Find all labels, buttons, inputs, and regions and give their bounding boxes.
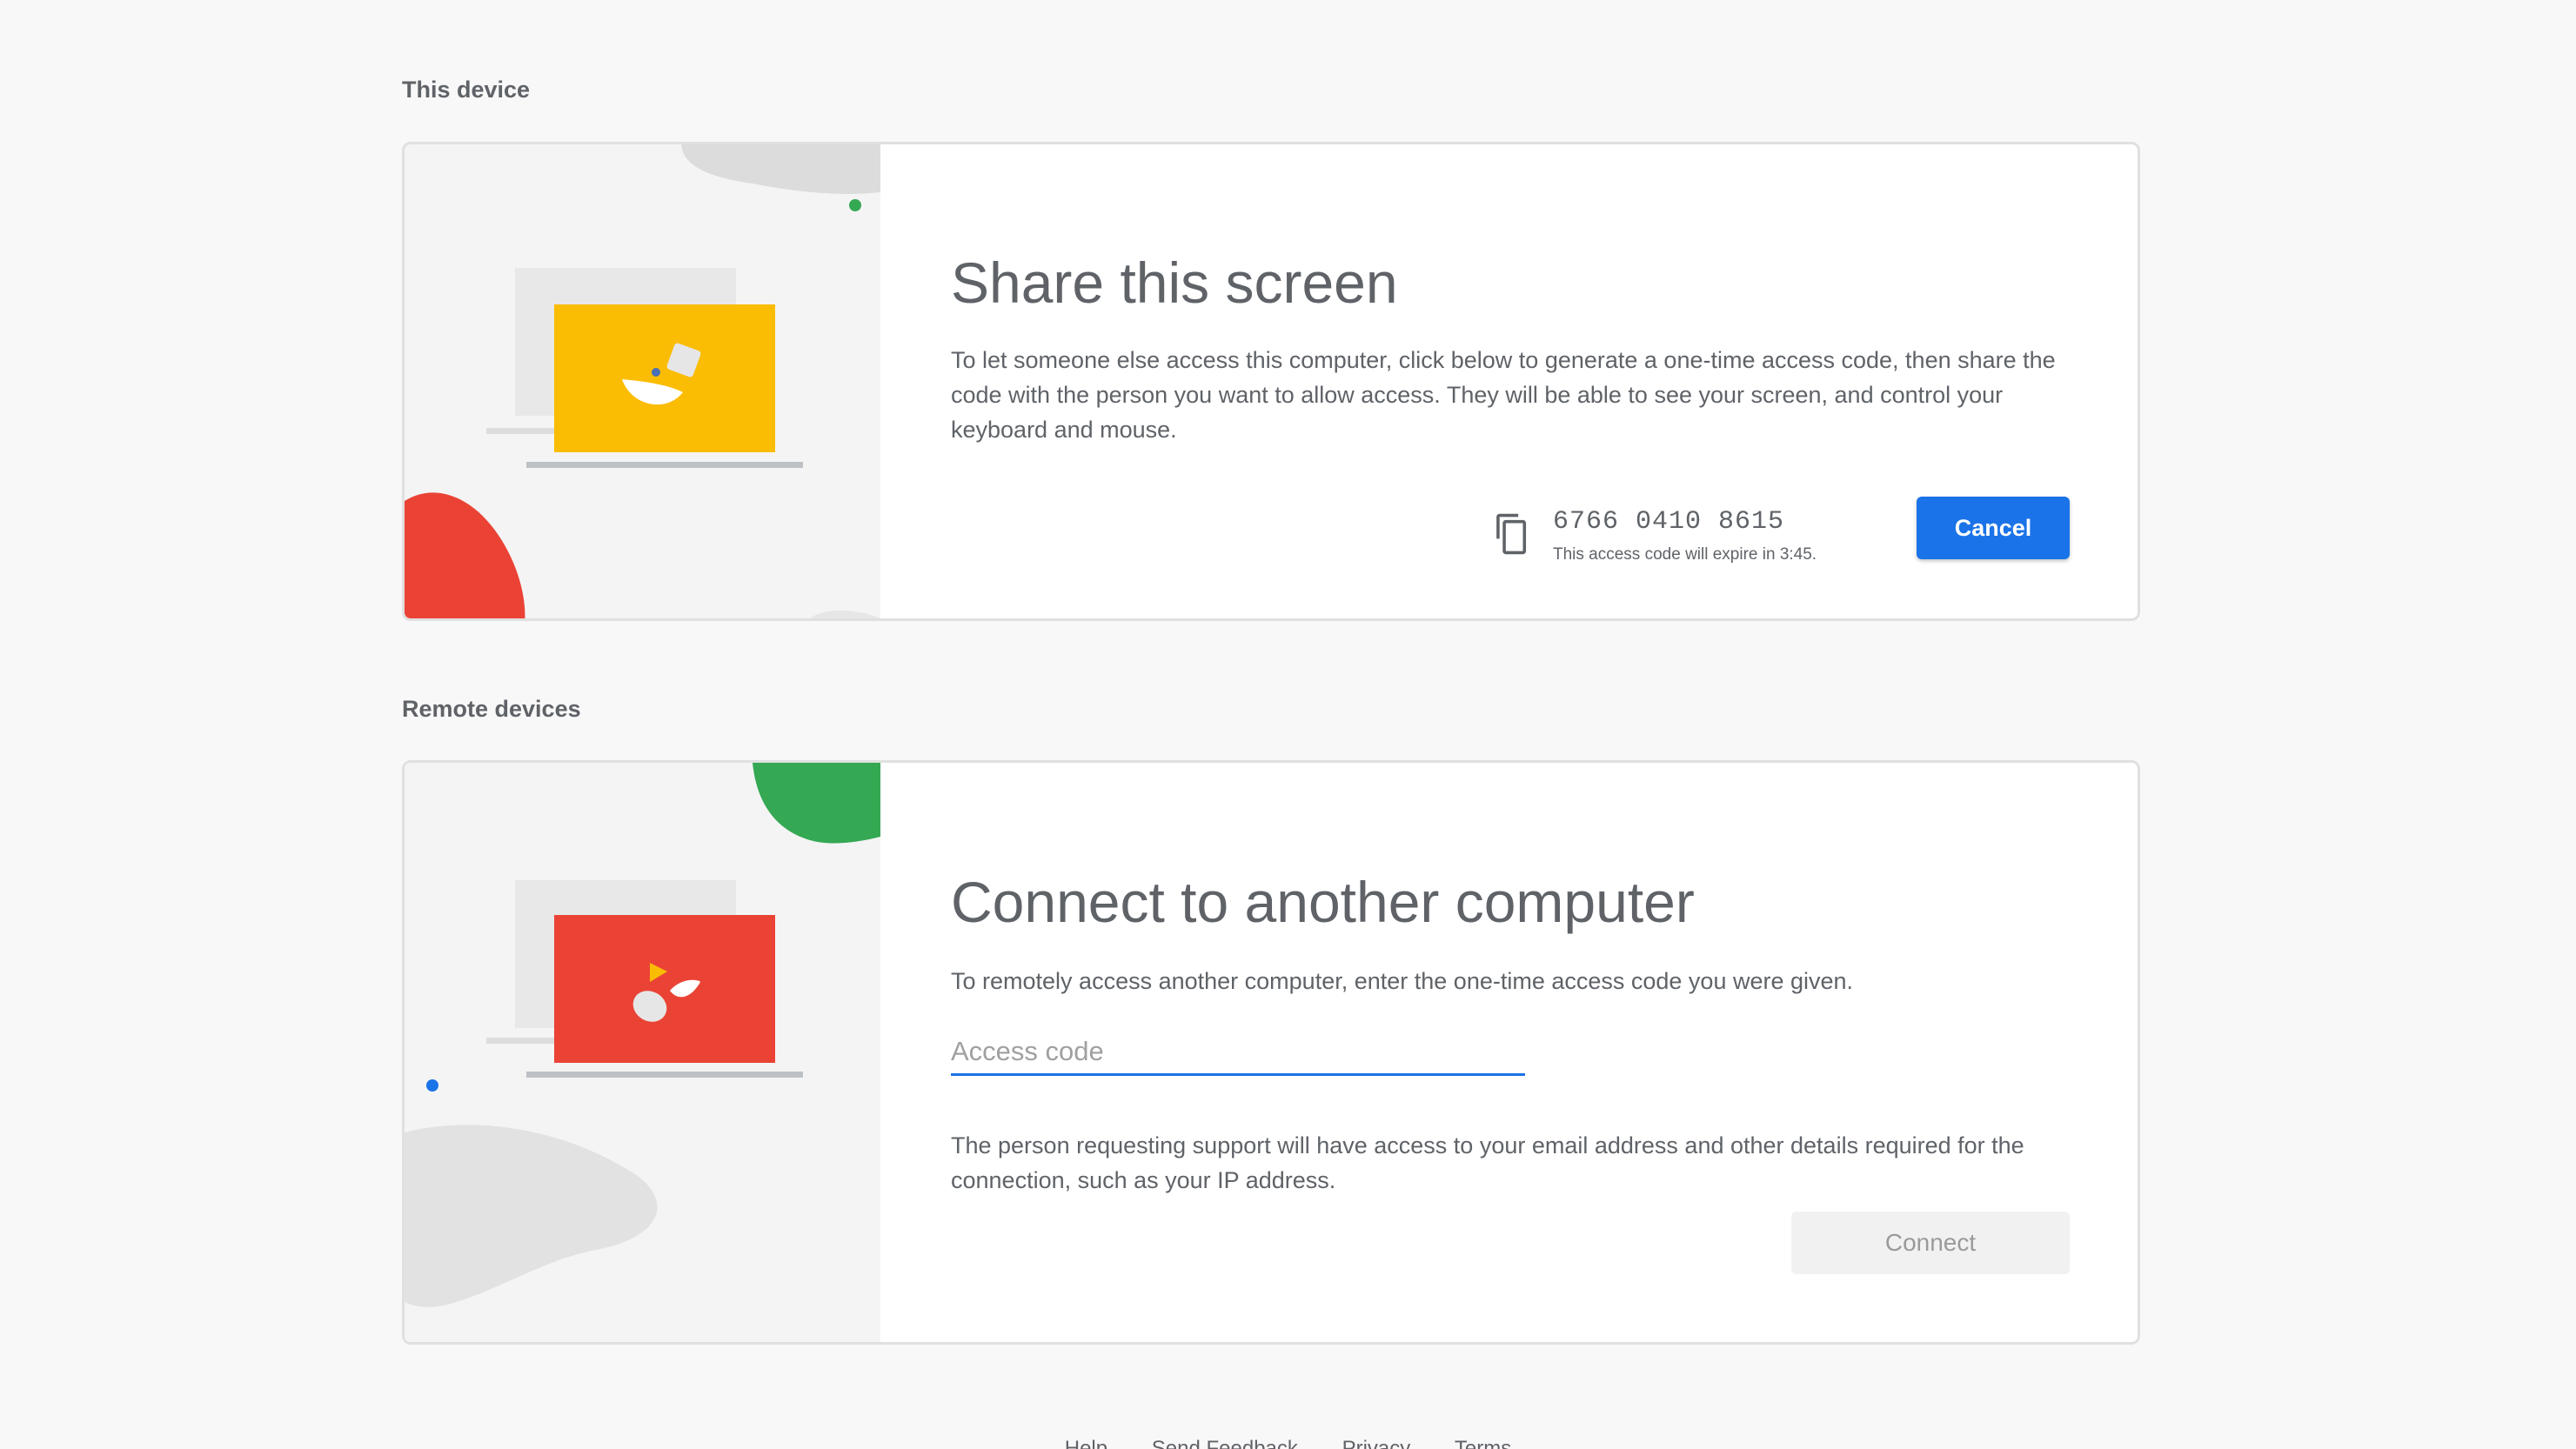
share-screen-description: To let someone else access this computer… — [951, 347, 2056, 443]
share-screen-title: Share this screen — [951, 250, 1398, 315]
access-code-value: 6766 0410 8615 — [1553, 507, 1785, 537]
connect-computer-description: To remotely access another computer, ent… — [951, 968, 1854, 994]
access-code-block: 6766 0410 8615 This access code will exp… — [1553, 507, 1817, 564]
connect-computer-content: Connect to another computer To remotely … — [951, 873, 2068, 998]
remote-devices-section-label: Remote devices — [402, 696, 581, 722]
footer-link-feedback[interactable]: Send Feedback — [1152, 1437, 1298, 1449]
support-notice: The person requesting support will have … — [951, 1132, 2024, 1193]
cancel-button[interactable]: Cancel — [1917, 497, 2070, 559]
share-screen-content: Share this screen To let someone else ac… — [951, 254, 2068, 447]
footer-link-terms[interactable]: Terms — [1455, 1437, 1511, 1449]
connect-computer-title: Connect to another computer — [951, 870, 1695, 934]
copy-icon[interactable] — [1493, 512, 1531, 560]
connect-button[interactable]: Connect — [1791, 1212, 2070, 1274]
footer: Help Send Feedback Privacy Terms — [0, 1437, 2576, 1449]
footer-link-help[interactable]: Help — [1065, 1437, 1107, 1449]
access-code-input[interactable] — [951, 1030, 1525, 1076]
connect-computer-illustration — [405, 763, 880, 1342]
connect-computer-card: Connect to another computer To remotely … — [402, 760, 2140, 1345]
laptop-illustration — [405, 144, 880, 618]
share-screen-illustration — [405, 144, 880, 618]
this-device-section-label: This device — [402, 77, 531, 103]
remote-support-page: This device Share this screen To let som… — [0, 0, 2576, 1449]
laptop-illustration — [405, 763, 880, 1307]
access-code-expiry: This access code will expire in 3:45. — [1553, 545, 1817, 564]
footer-link-privacy[interactable]: Privacy — [1342, 1437, 1411, 1449]
share-screen-card: Share this screen To let someone else ac… — [402, 142, 2140, 621]
